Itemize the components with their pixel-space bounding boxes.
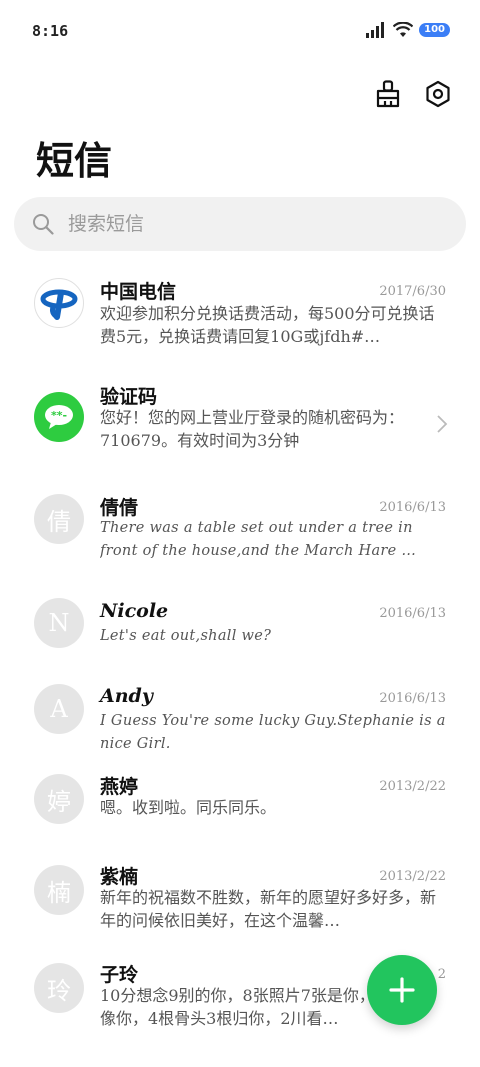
message-date: 2 xyxy=(437,967,446,982)
message-preview: 您好！您的网上营业厅登录的随机密码为：710679。有效时间为3分钟 xyxy=(100,408,405,450)
toolbar-actions xyxy=(372,78,454,110)
message-list: 中国电信 2017/6/30 欢迎参加积分兑换话费活动，每500分可兑换话费5元… xyxy=(0,262,480,1053)
wifi-icon xyxy=(393,22,414,37)
message-preview: 新年的祝福数不胜数，新年的愿望好多好多，新年的问候依旧美好，在这个温馨… xyxy=(100,888,437,930)
status-bar: 8:16 100 xyxy=(0,0,480,64)
message-preview: 欢迎参加积分兑换话费活动，每500分可兑换话费5元，兑换话费请回复10G或jfd… xyxy=(100,304,435,346)
message-date: 2016/6/13 xyxy=(379,606,446,621)
clean-button[interactable] xyxy=(372,78,404,110)
message-item-andy[interactable]: A Andy 2016/6/13 I Guess You're some luc… xyxy=(0,657,480,753)
avatar: **- xyxy=(34,392,84,442)
avatar: 玲 xyxy=(34,963,84,1013)
message-preview: I Guess You're some lucky Guy.Stephanie … xyxy=(100,713,446,752)
settings-icon xyxy=(426,80,450,108)
status-icons: 100 xyxy=(365,22,450,38)
message-item-verification-code[interactable]: **- 验证码 您好！您的网上营业厅登录的随机密码为：710679。有效时间为3… xyxy=(0,372,480,471)
contact-name: 子玲 xyxy=(100,964,139,986)
contact-name: 燕婷 xyxy=(100,776,139,798)
status-time: 8:16 xyxy=(32,22,69,40)
message-preview: Let's eat out,shall we? xyxy=(100,628,272,644)
message-bubble-icon: **- xyxy=(45,405,73,429)
settings-button[interactable] xyxy=(422,78,454,110)
message-date: 2016/6/13 xyxy=(379,500,446,515)
message-date: 2017/6/30 xyxy=(379,284,446,299)
contact-name: 紫楠 xyxy=(100,866,139,888)
plus-icon xyxy=(389,977,415,1003)
chevron-right-icon xyxy=(437,415,448,433)
contact-name: Nicole xyxy=(100,600,169,622)
message-date: 2016/6/13 xyxy=(379,691,446,706)
avatar: 婷 xyxy=(34,774,84,824)
page-title: 短信 xyxy=(36,138,113,183)
contact-name: 验证码 xyxy=(100,386,158,408)
avatar: N xyxy=(34,598,84,648)
new-message-button[interactable] xyxy=(367,955,437,1025)
message-item-qianqian[interactable]: 倩 倩倩 2016/6/13 There was a table set out… xyxy=(0,471,480,573)
message-item-zinan[interactable]: 楠 紫楠 2013/2/22 新年的祝福数不胜数，新年的愿望好多好多，新年的问候… xyxy=(0,843,480,943)
message-item-nicole[interactable]: N Nicole 2016/6/13 Let's eat out,shall w… xyxy=(0,573,480,657)
contact-name: 中国电信 xyxy=(100,281,177,303)
avatar: A xyxy=(34,684,84,734)
svg-text:**-: **- xyxy=(51,409,67,422)
avatar: 倩 xyxy=(34,494,84,544)
contact-name: Andy xyxy=(100,685,153,707)
message-date: 2013/2/22 xyxy=(379,779,446,794)
contact-name: 倩倩 xyxy=(100,497,139,519)
avatar xyxy=(34,278,84,328)
message-item-yanting[interactable]: 婷 燕婷 2013/2/22 嗯。收到啦。同乐同乐。 xyxy=(0,753,480,843)
avatar: 楠 xyxy=(34,865,84,915)
message-date: 2013/2/22 xyxy=(379,869,446,884)
signal-icon xyxy=(366,22,385,38)
message-preview: 嗯。收到啦。同乐同乐。 xyxy=(100,798,277,817)
message-preview: There was a table set out under a tree i… xyxy=(100,520,417,559)
search-input[interactable] xyxy=(66,212,430,236)
brush-icon xyxy=(376,80,400,108)
message-item-china-telecom[interactable]: 中国电信 2017/6/30 欢迎参加积分兑换话费活动，每500分可兑换话费5元… xyxy=(0,262,480,372)
telecom-logo-icon xyxy=(40,289,78,320)
battery-indicator: 100 xyxy=(419,23,450,37)
search-bar[interactable] xyxy=(14,197,466,251)
search-icon xyxy=(33,214,54,235)
